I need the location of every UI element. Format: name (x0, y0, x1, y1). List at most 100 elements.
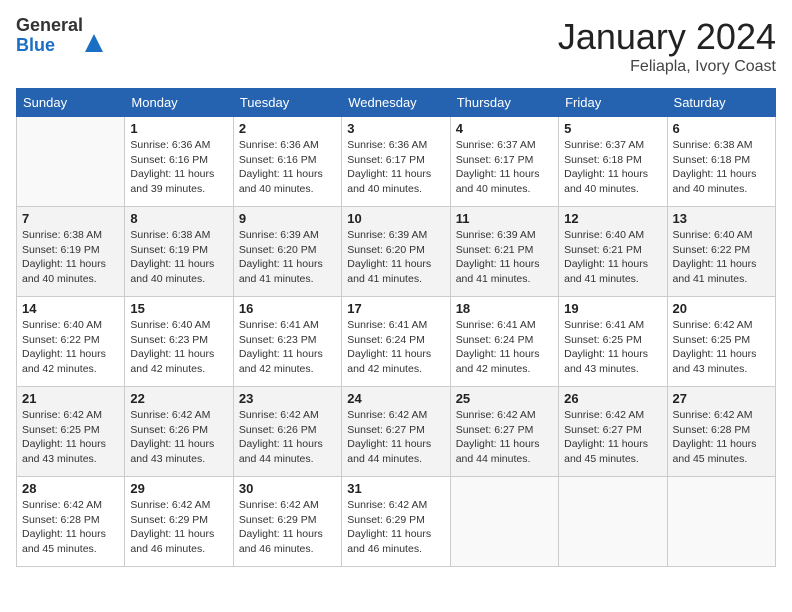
day-info: Sunrise: 6:38 AM Sunset: 6:19 PM Dayligh… (130, 228, 227, 287)
calendar-day-cell: 17 Sunrise: 6:41 AM Sunset: 6:24 PM Dayli… (342, 297, 450, 387)
day-number: 26 (564, 391, 661, 406)
logo-general: General (16, 16, 83, 36)
day-number: 5 (564, 121, 661, 136)
calendar-day-cell: 7 Sunrise: 6:38 AM Sunset: 6:19 PM Daylig… (17, 207, 125, 297)
calendar-day-cell: 6Sunrise: 6:38 AM Sunset: 6:18 PM Daylig… (667, 117, 775, 207)
day-number: 3 (347, 121, 444, 136)
day-number: 27 (673, 391, 770, 406)
location: Feliapla, Ivory Coast (558, 58, 776, 76)
day-info: Sunrise: 6:38 AM Sunset: 6:18 PM Dayligh… (673, 138, 770, 197)
day-number: 2 (239, 121, 336, 136)
day-number: 13 (673, 211, 770, 226)
calendar-week-row: 14 Sunrise: 6:40 AM Sunset: 6:22 PM Dayli… (17, 297, 776, 387)
day-number: 15 (130, 301, 227, 316)
calendar-day-cell: 12 Sunrise: 6:40 AM Sunset: 6:21 PM Dayli… (559, 207, 667, 297)
day-number: 10 (347, 211, 444, 226)
day-number: 25 (456, 391, 553, 406)
day-info: Sunrise: 6:42 AM Sunset: 6:27 PM Dayligh… (347, 408, 444, 467)
title-block: January 2024 Feliapla, Ivory Coast (558, 16, 776, 76)
calendar-day-cell: 29 Sunrise: 6:42 AM Sunset: 6:29 PM Dayli… (125, 477, 233, 567)
day-info: Sunrise: 6:36 AM Sunset: 6:16 PM Dayligh… (130, 138, 227, 197)
day-info: Sunrise: 6:42 AM Sunset: 6:25 PM Dayligh… (673, 318, 770, 377)
day-number: 14 (22, 301, 119, 316)
calendar-week-row: 21Sunrise: 6:42 AM Sunset: 6:25 PM Dayli… (17, 387, 776, 477)
calendar-day-cell: 1 Sunrise: 6:36 AM Sunset: 6:16 PM Daylig… (125, 117, 233, 207)
day-info: Sunrise: 6:42 AM Sunset: 6:27 PM Dayligh… (456, 408, 553, 467)
day-info: Sunrise: 6:40 AM Sunset: 6:23 PM Dayligh… (130, 318, 227, 377)
weekday-header-tuesday: Tuesday (233, 89, 341, 117)
calendar-day-cell: 3 Sunrise: 6:36 AM Sunset: 6:17 PM Daylig… (342, 117, 450, 207)
weekday-header-sunday: Sunday (17, 89, 125, 117)
weekday-header-friday: Friday (559, 89, 667, 117)
day-number: 9 (239, 211, 336, 226)
calendar-day-cell: 13Sunrise: 6:40 AM Sunset: 6:22 PM Dayli… (667, 207, 775, 297)
day-info: Sunrise: 6:42 AM Sunset: 6:26 PM Dayligh… (130, 408, 227, 467)
logo: General Blue (16, 16, 103, 56)
calendar-day-cell: 18Sunrise: 6:41 AM Sunset: 6:24 PM Dayli… (450, 297, 558, 387)
day-number: 4 (456, 121, 553, 136)
day-number: 29 (130, 481, 227, 496)
day-info: Sunrise: 6:42 AM Sunset: 6:26 PM Dayligh… (239, 408, 336, 467)
weekday-header-saturday: Saturday (667, 89, 775, 117)
calendar-week-row: 7 Sunrise: 6:38 AM Sunset: 6:19 PM Daylig… (17, 207, 776, 297)
calendar-day-cell: 25 Sunrise: 6:42 AM Sunset: 6:27 PM Dayli… (450, 387, 558, 477)
day-number: 20 (673, 301, 770, 316)
day-number: 7 (22, 211, 119, 226)
day-info: Sunrise: 6:42 AM Sunset: 6:28 PM Dayligh… (673, 408, 770, 467)
calendar-day-cell: 23 Sunrise: 6:42 AM Sunset: 6:26 PM Dayli… (233, 387, 341, 477)
day-number: 16 (239, 301, 336, 316)
day-info: Sunrise: 6:40 AM Sunset: 6:22 PM Dayligh… (22, 318, 119, 377)
weekday-header-row: SundayMondayTuesdayWednesdayThursdayFrid… (17, 89, 776, 117)
calendar-day-cell: 2 Sunrise: 6:36 AM Sunset: 6:16 PM Daylig… (233, 117, 341, 207)
day-number: 28 (22, 481, 119, 496)
logo-icon (85, 32, 103, 52)
day-info: Sunrise: 6:37 AM Sunset: 6:18 PM Dayligh… (564, 138, 661, 197)
day-info: Sunrise: 6:42 AM Sunset: 6:29 PM Dayligh… (239, 498, 336, 557)
calendar-day-cell: 31 Sunrise: 6:42 AM Sunset: 6:29 PM Dayli… (342, 477, 450, 567)
day-info: Sunrise: 6:42 AM Sunset: 6:29 PM Dayligh… (130, 498, 227, 557)
calendar-day-cell (667, 477, 775, 567)
calendar-day-cell: 11Sunrise: 6:39 AM Sunset: 6:21 PM Dayli… (450, 207, 558, 297)
calendar-day-cell: 8Sunrise: 6:38 AM Sunset: 6:19 PM Daylig… (125, 207, 233, 297)
calendar-day-cell: 15 Sunrise: 6:40 AM Sunset: 6:23 PM Dayli… (125, 297, 233, 387)
day-number: 12 (564, 211, 661, 226)
day-info: Sunrise: 6:39 AM Sunset: 6:21 PM Dayligh… (456, 228, 553, 287)
day-info: Sunrise: 6:38 AM Sunset: 6:19 PM Dayligh… (22, 228, 119, 287)
weekday-header-wednesday: Wednesday (342, 89, 450, 117)
day-number: 21 (22, 391, 119, 406)
calendar-table: SundayMondayTuesdayWednesdayThursdayFrid… (16, 88, 776, 567)
calendar-day-cell: 22Sunrise: 6:42 AM Sunset: 6:26 PM Dayli… (125, 387, 233, 477)
day-info: Sunrise: 6:41 AM Sunset: 6:25 PM Dayligh… (564, 318, 661, 377)
day-info: Sunrise: 6:42 AM Sunset: 6:28 PM Dayligh… (22, 498, 119, 557)
calendar-day-cell: 30 Sunrise: 6:42 AM Sunset: 6:29 PM Dayli… (233, 477, 341, 567)
day-number: 19 (564, 301, 661, 316)
day-number: 23 (239, 391, 336, 406)
calendar-day-cell: 14 Sunrise: 6:40 AM Sunset: 6:22 PM Dayli… (17, 297, 125, 387)
calendar-day-cell (559, 477, 667, 567)
day-number: 30 (239, 481, 336, 496)
day-info: Sunrise: 6:40 AM Sunset: 6:21 PM Dayligh… (564, 228, 661, 287)
day-number: 1 (130, 121, 227, 136)
calendar-day-cell: 5 Sunrise: 6:37 AM Sunset: 6:18 PM Daylig… (559, 117, 667, 207)
logo-blue: Blue (16, 36, 83, 56)
day-info: Sunrise: 6:39 AM Sunset: 6:20 PM Dayligh… (347, 228, 444, 287)
calendar-day-cell: 9 Sunrise: 6:39 AM Sunset: 6:20 PM Daylig… (233, 207, 341, 297)
calendar-day-cell: 21Sunrise: 6:42 AM Sunset: 6:25 PM Dayli… (17, 387, 125, 477)
day-info: Sunrise: 6:41 AM Sunset: 6:24 PM Dayligh… (347, 318, 444, 377)
day-info: Sunrise: 6:36 AM Sunset: 6:17 PM Dayligh… (347, 138, 444, 197)
calendar-day-cell: 28 Sunrise: 6:42 AM Sunset: 6:28 PM Dayli… (17, 477, 125, 567)
calendar-week-row: 1 Sunrise: 6:36 AM Sunset: 6:16 PM Daylig… (17, 117, 776, 207)
day-info: Sunrise: 6:36 AM Sunset: 6:16 PM Dayligh… (239, 138, 336, 197)
weekday-header-monday: Monday (125, 89, 233, 117)
day-info: Sunrise: 6:39 AM Sunset: 6:20 PM Dayligh… (239, 228, 336, 287)
day-info: Sunrise: 6:37 AM Sunset: 6:17 PM Dayligh… (456, 138, 553, 197)
calendar-day-cell: 10 Sunrise: 6:39 AM Sunset: 6:20 PM Dayli… (342, 207, 450, 297)
calendar-day-cell (450, 477, 558, 567)
day-number: 24 (347, 391, 444, 406)
day-info: Sunrise: 6:42 AM Sunset: 6:29 PM Dayligh… (347, 498, 444, 557)
logo-text: General Blue (16, 16, 83, 56)
month-title: January 2024 (558, 16, 776, 58)
day-number: 17 (347, 301, 444, 316)
day-number: 31 (347, 481, 444, 496)
day-info: Sunrise: 6:41 AM Sunset: 6:23 PM Dayligh… (239, 318, 336, 377)
